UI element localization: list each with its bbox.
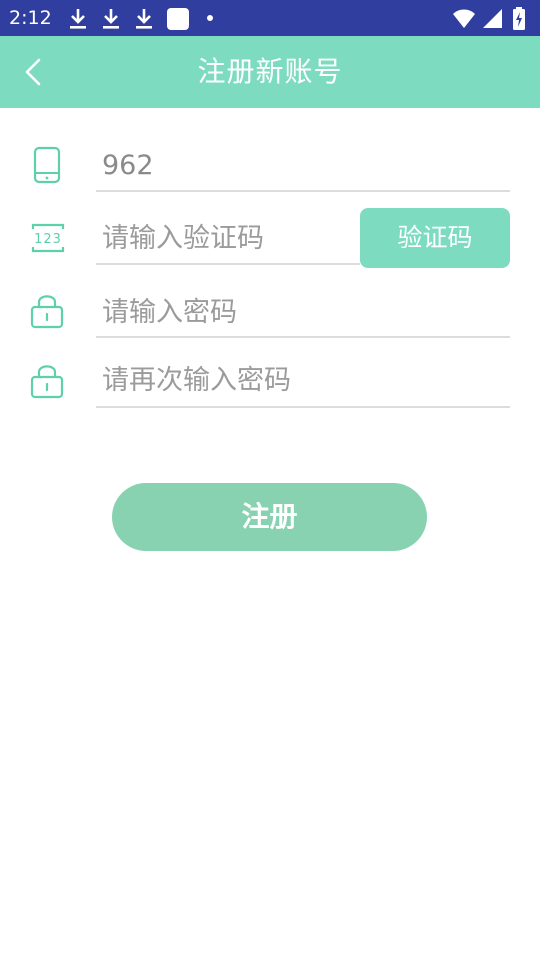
password-input[interactable] — [96, 290, 510, 334]
phone-input[interactable] — [96, 143, 510, 187]
confirm-password-underline — [96, 406, 510, 408]
status-time: 2:12 — [9, 7, 52, 29]
get-code-button[interactable]: 验证码 — [360, 208, 510, 268]
code-input[interactable] — [96, 216, 358, 260]
lock-icon — [30, 365, 64, 399]
lock-icon — [30, 295, 64, 329]
password-underline — [96, 336, 510, 338]
dot-icon — [207, 15, 213, 21]
download-icon — [70, 9, 86, 29]
confirm-password-input[interactable] — [96, 358, 510, 402]
phone-underline — [96, 190, 510, 192]
download-icon — [136, 9, 152, 29]
status-bar: 2:12 — [0, 0, 540, 36]
code-underline — [96, 263, 360, 265]
system-icons — [452, 7, 532, 31]
app-bar: 注册新账号 — [0, 36, 540, 108]
signal-icon — [483, 9, 502, 28]
page-title: 注册新账号 — [197, 55, 343, 88]
register-button[interactable]: 注册 — [112, 483, 427, 551]
code-123-icon: 123 — [31, 223, 65, 253]
download-icon — [103, 9, 119, 29]
wifi-icon — [453, 9, 475, 28]
phone-icon — [33, 146, 61, 184]
battery-charging-icon — [513, 7, 525, 30]
app-square-icon — [167, 8, 189, 30]
code-icon-text: 123 — [34, 232, 62, 247]
